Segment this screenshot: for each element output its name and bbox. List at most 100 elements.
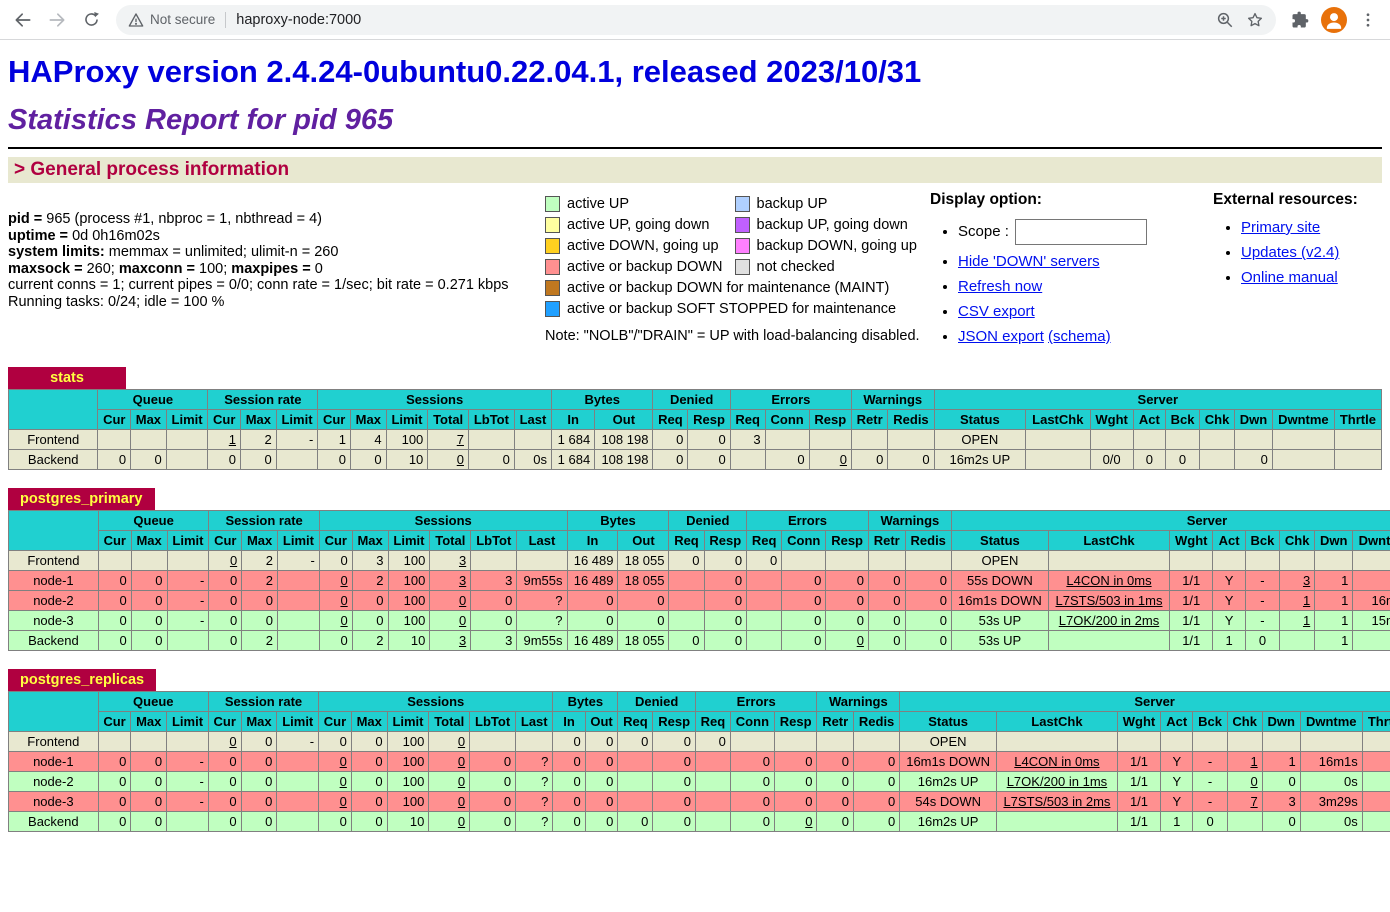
cell-bck: 0	[1193, 812, 1227, 832]
cell-eresp: 0	[826, 571, 869, 591]
cell-dreq	[618, 772, 653, 792]
row-name: Backend	[9, 812, 99, 832]
cell-qmax: 0	[131, 752, 167, 772]
cell-chk: 1	[1227, 752, 1262, 772]
cell-thrtle	[1362, 732, 1390, 752]
column-group-header: Session rate	[209, 511, 320, 531]
column-group-header: Sessions	[319, 511, 567, 531]
column-header-qcur: Cur	[98, 712, 131, 732]
url-text: haproxy-node:7000	[236, 12, 361, 28]
cell-smax: 0	[352, 591, 388, 611]
cell-bytes-out: 108 198	[595, 450, 653, 470]
cell-bytes-in: 16 489	[567, 551, 618, 571]
cell-dresp: 0	[653, 772, 696, 792]
cell-rate-limit	[278, 611, 320, 631]
column-header-ereq: Req	[695, 712, 730, 732]
cell-stotal: 7	[428, 430, 469, 450]
cell-dwntme	[1300, 732, 1362, 752]
proxy-name[interactable]: stats	[8, 367, 126, 389]
cell-smax: 3	[352, 551, 388, 571]
cell-dwntme: 3m29s	[1300, 792, 1362, 812]
column-header-stotal: Total	[429, 712, 470, 732]
cell-dwn: 0	[1262, 812, 1300, 832]
chip-divider	[225, 12, 226, 28]
cell-lbtot: 0	[470, 752, 516, 772]
browser-toolbar: Not secure haproxy-node:7000	[0, 0, 1390, 40]
forward-button[interactable]	[40, 3, 74, 37]
column-header-dwn: Dwn	[1234, 410, 1272, 430]
column-header-bytes-in: In	[552, 410, 595, 430]
cell-status: 54s DOWN	[900, 792, 997, 812]
column-header-rate-max: Max	[241, 410, 277, 430]
cell-bytes-out: 0	[585, 812, 618, 832]
scope-input[interactable]	[1015, 219, 1147, 245]
reload-button[interactable]	[74, 3, 108, 37]
profile-avatar[interactable]	[1316, 7, 1352, 33]
cell-qcur: 0	[98, 571, 131, 591]
cell-weight	[1117, 732, 1160, 752]
cell-thrtle	[1334, 430, 1381, 450]
cell-rate-cur: 0	[209, 551, 242, 571]
legend-label: backup DOWN, going up	[750, 238, 929, 254]
display-option-link[interactable]: CSV export	[958, 303, 1035, 320]
cell-stotal: 0	[429, 792, 470, 812]
cell-ereq	[695, 752, 730, 772]
cell-lbtot	[471, 551, 517, 571]
cell-bytes-in: 0	[553, 752, 585, 772]
cell-wretr: 0	[851, 450, 887, 470]
cell-qlimit: -	[167, 792, 209, 812]
cell-slimit: 100	[388, 571, 430, 591]
cell-stotal: 3	[430, 571, 471, 591]
cell-bytes-out: 0	[585, 752, 618, 772]
proxy-section: statsQueueSession rateSessionsBytesDenie…	[8, 367, 1382, 470]
cell-dwntme: 55s	[1353, 571, 1390, 591]
display-option-link[interactable]: Refresh now	[958, 278, 1042, 295]
cell-act: Y	[1213, 571, 1245, 591]
site-security-chip[interactable]: Not secure	[128, 12, 215, 28]
cell-lastchk: L7STS/503 in 2ms	[996, 792, 1117, 812]
cell-rate-max: 0	[241, 752, 277, 772]
cell-chk	[1227, 812, 1262, 832]
cell-dwn	[1262, 732, 1300, 752]
bookmark-star-icon[interactable]	[1240, 11, 1270, 29]
column-group-header: Warnings	[817, 692, 900, 712]
column-header-econ: Conn	[782, 531, 826, 551]
proxy-name[interactable]: postgres_replicas	[8, 669, 156, 691]
cell-slimit: 100	[387, 772, 429, 792]
column-header-rate-cur: Cur	[209, 531, 242, 551]
zoom-icon[interactable]	[1210, 11, 1240, 29]
column-header-qlimit: Limit	[166, 410, 208, 430]
cell-rate-cur: 0	[209, 591, 242, 611]
display-option-link[interactable]: JSON export	[958, 328, 1044, 345]
external-resource-link[interactable]: Online manual	[1241, 269, 1338, 286]
cell-bck: 0	[1245, 631, 1279, 651]
external-resource-link[interactable]: Primary site	[1241, 219, 1320, 236]
external-resource-item: Updates (v2.4)	[1241, 244, 1382, 261]
section-heading: > General process information	[8, 157, 1382, 183]
cell-wretr: 0	[868, 571, 905, 591]
process-info-line: system limits: memmax = unlimited; ulimi…	[8, 244, 545, 261]
display-option-link[interactable]: Hide 'DOWN' servers	[958, 253, 1100, 270]
column-header-lastchk: LastChk	[1048, 531, 1169, 551]
cell-wretr: 0	[868, 591, 905, 611]
column-group-header: Server	[900, 692, 1390, 712]
table-row: node-300-000010000?000000054s DOWNL7STS/…	[9, 792, 1390, 812]
legend-color-swatch	[735, 196, 750, 212]
cell-rate-max: 2	[242, 551, 278, 571]
cell-thrtle	[1334, 450, 1381, 470]
column-header-rate-cur: Cur	[208, 410, 241, 430]
column-header-stotal: Total	[428, 410, 469, 430]
back-button[interactable]	[6, 3, 40, 37]
display-option-link[interactable]: (schema)	[1048, 328, 1111, 345]
legend-color-swatch	[545, 196, 560, 212]
cell-qcur	[98, 551, 131, 571]
address-bar[interactable]: Not secure haproxy-node:7000	[116, 5, 1276, 35]
haproxy-version-link[interactable]: HAProxy version 2.4.24-0ubuntu0.22.04.1,…	[8, 54, 921, 89]
extensions-icon[interactable]	[1284, 10, 1316, 30]
external-resource-link[interactable]: Updates (v2.4)	[1241, 244, 1339, 261]
menu-kebab-icon[interactable]	[1352, 11, 1384, 29]
scope-item: Scope :	[958, 219, 1213, 245]
column-header-status: Status	[951, 531, 1048, 551]
proxy-name[interactable]: postgres_primary	[8, 488, 155, 510]
column-group-header: Denied	[653, 390, 730, 410]
